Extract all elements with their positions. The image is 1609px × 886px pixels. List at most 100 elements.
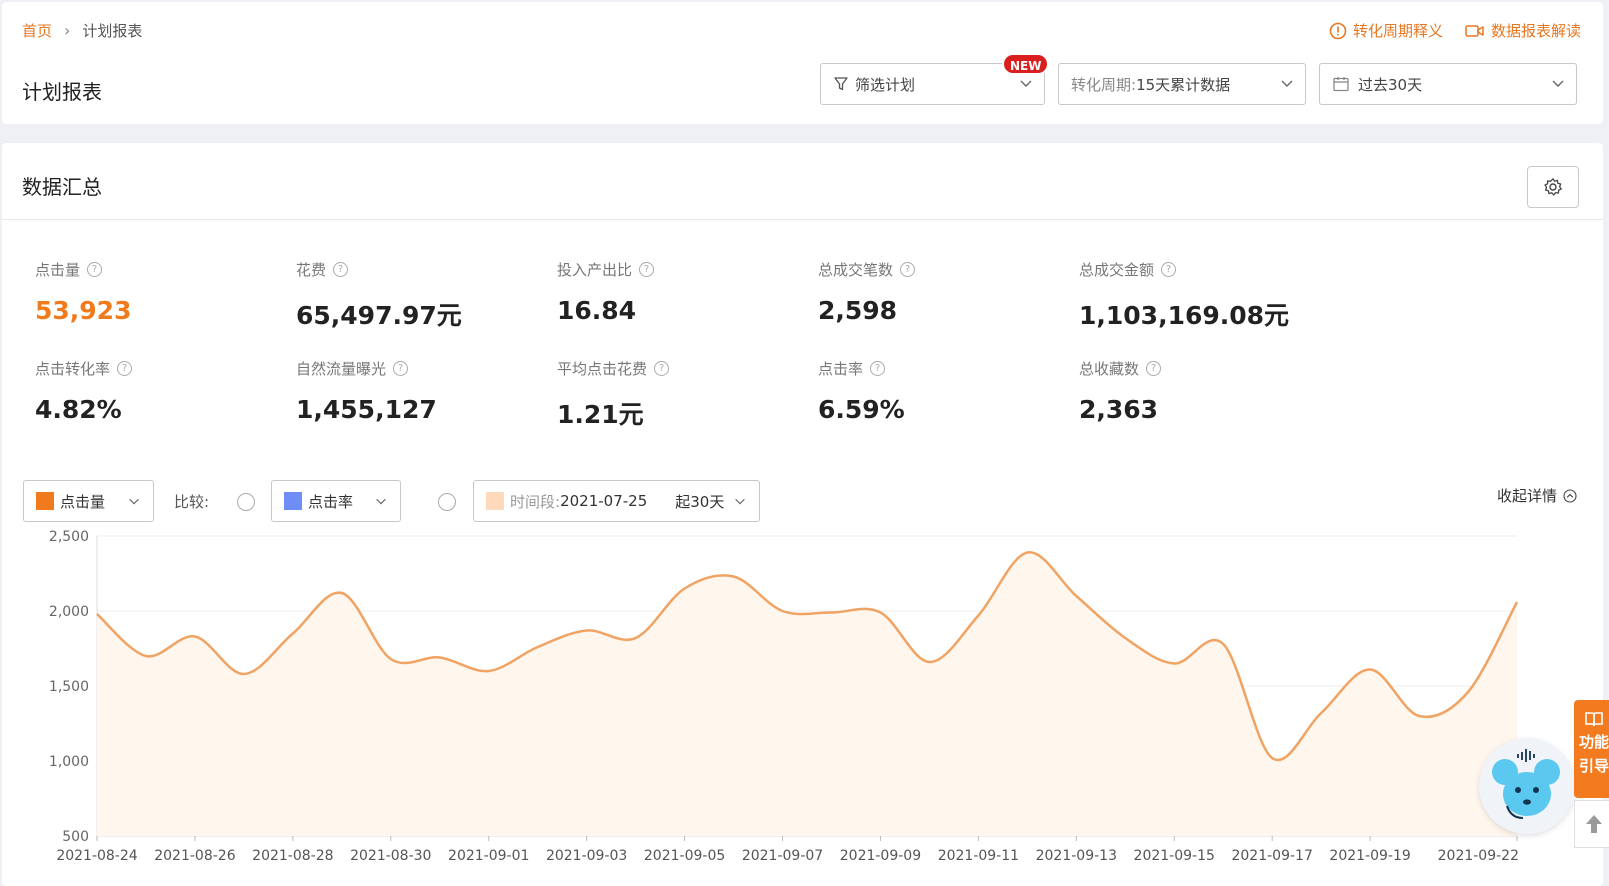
back-to-top-button[interactable]: [1574, 800, 1609, 848]
period-length: 起30天: [675, 492, 725, 511]
x-tick-label: 2021-09-07: [742, 848, 823, 864]
metric-value: 65,497.97元: [296, 301, 462, 330]
metric-label: 点击率: [818, 360, 864, 378]
conversion-period-help-link[interactable]: 转化周期释义: [1329, 20, 1443, 41]
metric-label: 总成交笔数: [818, 261, 894, 279]
help-icon[interactable]: ?: [117, 361, 133, 376]
metric2-select[interactable]: 点击率: [271, 480, 401, 522]
period-start-date: 2021-07-25: [560, 492, 648, 510]
clicks-trend-chart: 5001,0001,5002,0002,500 2021-08-24 2021-0…: [49, 529, 1519, 864]
breadcrumb-separator: ›: [64, 21, 71, 40]
metric1-label: 点击量: [60, 492, 106, 511]
help-icon[interactable]: ?: [870, 361, 886, 376]
period-prefix: 时间段:: [510, 492, 561, 511]
metric-value: 6.59%: [818, 395, 905, 424]
x-tick-label: 2021-09-22: [1438, 848, 1519, 864]
metric-avg-cpc[interactable]: 平均点击花费? 1.21元: [557, 358, 817, 431]
metric-value: 16.84: [557, 296, 637, 325]
summary-title: 数据汇总: [22, 175, 102, 199]
compare-period-radio[interactable]: [438, 493, 456, 511]
breadcrumb-current: 计划报表: [82, 22, 143, 40]
metric-label: 点击转化率: [35, 360, 111, 378]
metric2-label: 点击率: [308, 492, 354, 511]
assistant-mascot[interactable]: [1479, 738, 1575, 834]
report-guide-link[interactable]: 数据报表解读: [1465, 20, 1581, 41]
metric-value: 2,598: [818, 296, 898, 325]
help-icon[interactable]: ?: [654, 361, 670, 376]
metric-label: 投入产出比: [557, 261, 633, 279]
section-divider: [2, 219, 1603, 220]
x-tick-label: 2021-08-30: [350, 848, 431, 864]
help-icon[interactable]: ?: [639, 262, 655, 277]
metric-value: 4.82%: [35, 395, 122, 424]
conversion-period-select[interactable]: 转化周期: 15天累计数据: [1058, 63, 1306, 105]
metric-total-orders[interactable]: 总成交笔数? 2,598: [818, 259, 1078, 325]
gear-icon: [1544, 178, 1562, 196]
metric-organic-impressions[interactable]: 自然流量曝光? 1,455,127: [296, 358, 556, 424]
breadcrumb: 首页 › 计划报表: [22, 20, 142, 41]
arrow-up-icon: [1586, 815, 1602, 833]
chevron-up-circle-icon: [1563, 488, 1577, 503]
x-tick-label: 2021-09-15: [1134, 848, 1215, 864]
metric-total-favorites[interactable]: 总收藏数? 2,363: [1079, 358, 1339, 424]
compare-label: 比较:: [174, 493, 210, 511]
metric-clicks[interactable]: 点击量? 53,923: [35, 259, 295, 325]
chevron-down-icon: [1281, 80, 1293, 87]
x-tick-label: 2021-09-17: [1231, 848, 1312, 864]
guide-line1: 功能: [1578, 733, 1609, 751]
help-icon[interactable]: ?: [333, 262, 349, 277]
metric2-swatch: [284, 492, 302, 510]
metric-ctr[interactable]: 点击率? 6.59%: [818, 358, 1078, 424]
help-icon[interactable]: ?: [87, 262, 103, 277]
compare-period-select[interactable]: 时间段: 2021-07-25 起30天: [473, 480, 760, 522]
metric-label: 总收藏数: [1079, 360, 1140, 378]
metric-label: 自然流量曝光: [296, 360, 387, 378]
top-links: 转化周期释义 数据报表解读: [1329, 20, 1581, 41]
y-tick-label: 1,000: [49, 754, 89, 770]
guide-line2: 引导: [1578, 757, 1609, 775]
conversion-period-prefix: 转化周期:: [1071, 75, 1137, 94]
period-swatch: [486, 492, 504, 510]
help-icon[interactable]: ?: [1146, 361, 1162, 376]
metric-value: 53,923: [35, 296, 132, 325]
collapse-details-link[interactable]: 收起详情: [1497, 485, 1577, 506]
help-icon[interactable]: ?: [1161, 262, 1177, 277]
metric-click-conversion[interactable]: 点击转化率? 4.82%: [35, 358, 295, 424]
x-tick-label: 2021-09-13: [1036, 848, 1117, 864]
calendar-icon: [1333, 77, 1349, 92]
video-icon: [1465, 24, 1484, 37]
metric-spend[interactable]: 花费? 65,497.97元: [296, 259, 556, 332]
x-tick-label: 2021-08-26: [154, 848, 235, 864]
feature-guide-tab[interactable]: 功能 引导: [1574, 700, 1609, 798]
help-icon[interactable]: ?: [900, 262, 916, 277]
conversion-period-value: 15天累计数据: [1136, 75, 1231, 94]
date-range-value: 过去30天: [1358, 75, 1423, 94]
metric1-select[interactable]: 点击量: [23, 480, 154, 522]
new-badge: NEW: [1002, 53, 1050, 75]
breadcrumb-home-link[interactable]: 首页: [22, 20, 52, 41]
metric-roi[interactable]: 投入产出比? 16.84: [557, 259, 817, 325]
y-tick-label: 500: [62, 829, 89, 845]
metric-total-revenue[interactable]: 总成交金额? 1,103,169.08元: [1079, 259, 1339, 332]
metric-label: 点击量: [35, 261, 81, 279]
y-tick-label: 1,500: [49, 679, 89, 695]
chevron-down-icon: [735, 498, 745, 505]
x-tick-label: 2021-08-24: [56, 848, 137, 864]
mascot-icon: [1492, 749, 1560, 819]
metric-label: 总成交金额: [1079, 261, 1155, 279]
metric-label: 花费: [296, 261, 327, 279]
compare-metric-radio[interactable]: [237, 493, 255, 511]
metric-value: 2,363: [1079, 395, 1159, 424]
collapse-details-label: 收起详情: [1496, 487, 1557, 505]
help-icon[interactable]: ?: [393, 361, 409, 376]
metric-value: 1,103,169.08元: [1079, 301, 1290, 330]
metric1-swatch: [36, 492, 54, 510]
x-tick-label: 2021-09-01: [448, 848, 529, 864]
date-range-select[interactable]: 过去30天: [1319, 63, 1577, 105]
y-axis-ticks: 500 1,000 1,500 2,000 2,500: [49, 529, 89, 845]
metric-label: 平均点击花费: [557, 360, 648, 378]
settings-button[interactable]: [1527, 166, 1579, 208]
x-tick-label: 2021-09-11: [938, 848, 1019, 864]
chevron-down-icon: [1020, 80, 1032, 87]
filter-icon: [834, 77, 848, 91]
